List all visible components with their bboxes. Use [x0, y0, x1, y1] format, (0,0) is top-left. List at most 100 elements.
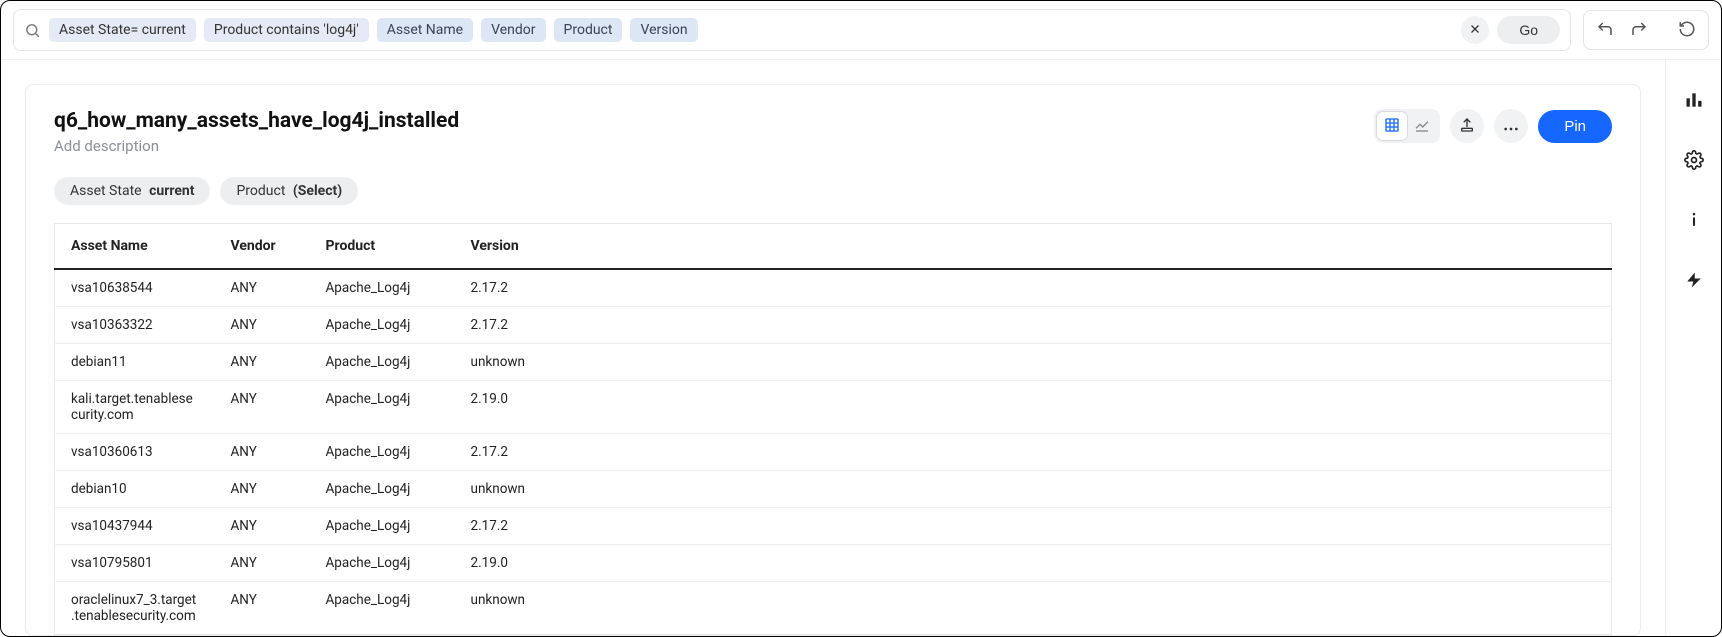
cell-version: 2.17.2 — [455, 434, 565, 471]
cell-version: 2.19.0 — [455, 381, 565, 434]
rail-bolt-button[interactable] — [1677, 264, 1711, 298]
info-icon — [1684, 210, 1704, 233]
cell-version: 2.17.2 — [455, 508, 565, 545]
filter-value: (Select) — [293, 183, 342, 199]
cell-asset-name: debian10 — [55, 471, 215, 508]
table-row[interactable]: vsa10795801ANYApache_Log4j2.19.0 — [55, 545, 1612, 582]
column-header-asset-name[interactable]: Asset Name — [55, 224, 215, 270]
cell-vendor: ANY — [215, 434, 310, 471]
cell-version: 2.19.0 — [455, 545, 565, 582]
cell-version: 2.17.2 — [455, 269, 565, 307]
cell-empty — [565, 307, 1612, 344]
cell-asset-name: vsa10360613 — [55, 434, 215, 471]
cell-vendor: ANY — [215, 471, 310, 508]
search-icon — [24, 22, 41, 39]
cell-version: unknown — [455, 344, 565, 381]
pin-button[interactable]: Pin — [1538, 110, 1612, 143]
search-chip[interactable]: Asset Name — [377, 18, 473, 42]
redo-icon — [1630, 20, 1648, 41]
cell-asset-name: kali.target.tenablesecurity.com — [55, 381, 215, 434]
table-row[interactable]: vsa10363322ANYApache_Log4j2.17.2 — [55, 307, 1612, 344]
cell-empty — [565, 471, 1612, 508]
page-title: q6_how_many_assets_have_log4j_installed — [54, 109, 459, 133]
cell-product: Apache_Log4j — [310, 381, 455, 434]
table-row[interactable]: vsa10638544ANYApache_Log4j2.17.2 — [55, 269, 1612, 307]
clear-search-button[interactable] — [1461, 16, 1489, 44]
search-chip[interactable]: Asset State= current — [49, 18, 196, 42]
search-chip[interactable]: Version — [630, 18, 697, 42]
filter-row: Asset State current Product (Select) — [26, 163, 1640, 223]
table-row[interactable]: vsa10437944ANYApache_Log4j2.17.2 — [55, 508, 1612, 545]
cell-asset-name: debian11 — [55, 344, 215, 381]
redo-button[interactable] — [1624, 15, 1654, 45]
results-table: Asset Name Vendor Product Version vsa106… — [54, 223, 1612, 635]
gear-icon — [1684, 150, 1704, 173]
cell-vendor: ANY — [215, 307, 310, 344]
cell-product: Apache_Log4j — [310, 508, 455, 545]
cell-product: Apache_Log4j — [310, 434, 455, 471]
refresh-button[interactable] — [1672, 15, 1702, 45]
undo-button[interactable] — [1590, 15, 1620, 45]
filter-pill-asset-state[interactable]: Asset State current — [54, 177, 210, 205]
cell-vendor: ANY — [215, 582, 310, 635]
cell-empty — [565, 344, 1612, 381]
cell-vendor: ANY — [215, 269, 310, 307]
cell-version: unknown — [455, 582, 565, 635]
go-button[interactable]: Go — [1497, 16, 1560, 44]
table-row[interactable]: oraclelinux7_3.target.tenablesecurity.co… — [55, 582, 1612, 635]
cell-vendor: ANY — [215, 545, 310, 582]
rail-settings-button[interactable] — [1677, 144, 1711, 178]
cell-asset-name: vsa10795801 — [55, 545, 215, 582]
view-toggle — [1374, 109, 1440, 143]
search-chip[interactable]: Vendor — [481, 18, 545, 42]
table-row[interactable]: vsa10360613ANYApache_Log4j2.17.2 — [55, 434, 1612, 471]
search-chip[interactable]: Product — [554, 18, 623, 42]
filter-label: Asset State — [70, 183, 142, 199]
cell-version: unknown — [455, 471, 565, 508]
cell-product: Apache_Log4j — [310, 307, 455, 344]
cell-asset-name: oraclelinux7_3.target.tenablesecurity.co… — [55, 582, 215, 635]
bolt-icon — [1685, 270, 1703, 293]
rail-charts-button[interactable] — [1677, 84, 1711, 118]
table-row[interactable]: debian10ANYApache_Log4junknown — [55, 471, 1612, 508]
filter-label: Product — [236, 183, 285, 199]
cell-vendor: ANY — [215, 381, 310, 434]
column-header-vendor[interactable]: Vendor — [215, 224, 310, 270]
export-icon — [1459, 117, 1475, 136]
cell-empty — [565, 582, 1612, 635]
undo-icon — [1596, 20, 1614, 41]
table-row[interactable]: debian11ANYApache_Log4junknown — [55, 344, 1612, 381]
chart-icon — [1414, 117, 1430, 136]
search-chip[interactable]: Product contains 'log4j' — [204, 18, 369, 42]
filter-value: current — [149, 183, 194, 199]
history-nav — [1583, 10, 1709, 50]
cell-asset-name: vsa10363322 — [55, 307, 215, 344]
cell-empty — [565, 508, 1612, 545]
table-icon — [1384, 117, 1400, 136]
table-view-toggle[interactable] — [1377, 112, 1407, 140]
search-box[interactable]: Asset State= current Product contains 'l… — [13, 9, 1571, 51]
close-icon — [1469, 23, 1481, 38]
more-icon — [1503, 119, 1519, 134]
cell-product: Apache_Log4j — [310, 344, 455, 381]
cell-empty — [565, 269, 1612, 307]
top-bar: Asset State= current Product contains 'l… — [1, 1, 1721, 60]
cell-asset-name: vsa10437944 — [55, 508, 215, 545]
column-header-product[interactable]: Product — [310, 224, 455, 270]
cell-empty — [565, 381, 1612, 434]
cell-vendor: ANY — [215, 508, 310, 545]
chart-view-toggle[interactable] — [1407, 112, 1437, 140]
table-row[interactable]: kali.target.tenablesecurity.comANYApache… — [55, 381, 1612, 434]
more-button[interactable] — [1494, 109, 1528, 143]
result-card: q6_how_many_assets_have_log4j_installed … — [25, 84, 1641, 636]
rail-info-button[interactable] — [1677, 204, 1711, 238]
cell-asset-name: vsa10638544 — [55, 269, 215, 307]
refresh-icon — [1678, 20, 1696, 41]
cell-version: 2.17.2 — [455, 307, 565, 344]
cell-product: Apache_Log4j — [310, 269, 455, 307]
right-rail — [1665, 60, 1721, 636]
description-placeholder[interactable]: Add description — [54, 137, 459, 155]
column-header-version[interactable]: Version — [455, 224, 565, 270]
export-button[interactable] — [1450, 109, 1484, 143]
filter-pill-product[interactable]: Product (Select) — [220, 177, 358, 205]
